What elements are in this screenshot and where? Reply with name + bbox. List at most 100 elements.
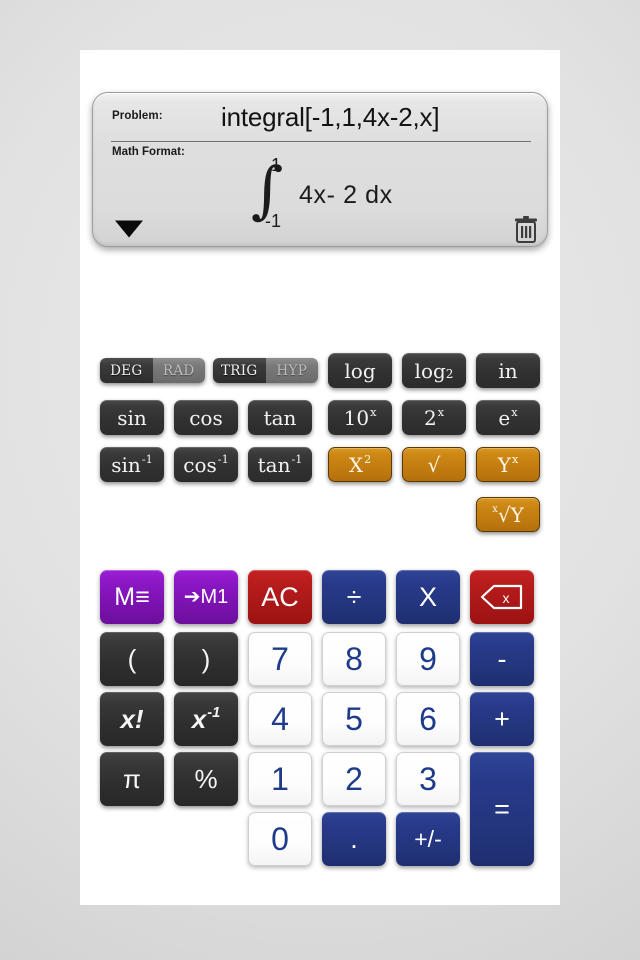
key-multiply[interactable]: X [396, 570, 460, 624]
key-0[interactable]: 0 [248, 812, 312, 866]
key-open-paren[interactable]: ( [100, 632, 164, 686]
key-7[interactable]: 7 [248, 632, 312, 686]
key-e-power-x-exponent: x [511, 406, 518, 420]
key-log2-label: log [414, 358, 446, 383]
key-ln[interactable]: in [476, 353, 540, 388]
key-log[interactable]: log [328, 353, 392, 388]
toggle-rad[interactable]: RAD [152, 358, 205, 383]
key-asin-exponent: -1 [141, 453, 153, 467]
key-cos[interactable]: cos [174, 400, 238, 435]
key-xth-root-of-y[interactable]: x √Y [476, 497, 540, 532]
math-format-label: Math Format: [112, 146, 185, 158]
key-pi-label: π [123, 764, 141, 794]
trash-icon[interactable] [511, 213, 541, 245]
display-divider [111, 141, 531, 142]
key-two-power-x-base: 2 [423, 405, 437, 430]
key-reciprocal-base: x [191, 704, 207, 734]
problem-label: Problem: [112, 110, 163, 122]
key-tan[interactable]: tan [248, 400, 312, 435]
key-6-label: 6 [419, 701, 437, 737]
key-factorial[interactable]: x! [100, 692, 164, 746]
key-reciprocal-exponent: -1 [207, 704, 221, 721]
integral-lower-limit: -1 [265, 211, 282, 231]
key-all-clear-label: AC [261, 581, 299, 612]
key-two-power-x-exponent: x [437, 406, 445, 420]
key-log-label: log [344, 358, 376, 383]
key-6[interactable]: 6 [396, 692, 460, 746]
key-two-power-x[interactable]: 2x [402, 400, 466, 435]
key-log2[interactable]: log 2 [402, 353, 466, 388]
backspace-x-label: x [503, 590, 510, 606]
key-4[interactable]: 4 [248, 692, 312, 746]
key-all-clear[interactable]: AC [248, 570, 312, 624]
backspace-icon: x [480, 584, 523, 610]
toggle-deg[interactable]: DEG [100, 358, 153, 383]
key-8-label: 8 [345, 641, 363, 677]
toggle-hyp[interactable]: HYP [265, 358, 318, 383]
key-ten-power-x[interactable]: 10 x [328, 400, 392, 435]
toggle-trig[interactable]: TRIG [213, 358, 266, 383]
key-memory-list[interactable]: M≡ [100, 570, 164, 624]
key-acos[interactable]: cos -1 [174, 447, 238, 482]
key-percent-label: % [194, 764, 218, 794]
key-factorial-label: x! [120, 704, 144, 734]
key-8[interactable]: 8 [322, 632, 386, 686]
key-asin[interactable]: sin -1 [100, 447, 164, 482]
key-minus[interactable]: - [470, 632, 534, 686]
toggle-trig-mode[interactable]: TRIG HYP [213, 358, 318, 383]
integral-upper-limit: 1 [271, 155, 282, 175]
key-divide-label: ÷ [346, 581, 362, 612]
key-4-label: 4 [271, 701, 289, 737]
key-square-root[interactable]: √ [402, 447, 466, 482]
key-9[interactable]: 9 [396, 632, 460, 686]
key-multiply-label: X [418, 581, 437, 612]
toggle-angle-mode[interactable]: DEG RAD [100, 358, 205, 383]
key-close-paren-label: ) [201, 644, 211, 674]
key-close-paren[interactable]: ) [174, 632, 238, 686]
key-sign-toggle[interactable]: +/- [396, 812, 460, 866]
problem-expression[interactable]: integral[-1,1,4x-2,x] [221, 95, 539, 139]
key-e-power-x-base: e [498, 405, 511, 430]
key-equals[interactable]: = [470, 752, 534, 866]
key-asin-label: sin [111, 452, 141, 477]
key-5-label: 5 [345, 701, 363, 737]
key-decimal[interactable]: . [322, 812, 386, 866]
key-backspace[interactable]: x [470, 570, 534, 624]
key-5[interactable]: 5 [322, 692, 386, 746]
display-panel[interactable]: Problem: integral[-1,1,4x-2,x] Math Form… [92, 92, 548, 247]
key-memory-store[interactable]: ➔M1 [174, 570, 238, 624]
integrand-expression: 4x- 2 dx [299, 181, 393, 209]
key-atan-exponent: -1 [291, 453, 303, 467]
key-sign-toggle-label: +/- [414, 825, 442, 852]
key-sin-label: sin [117, 405, 147, 430]
key-divide[interactable]: ÷ [322, 570, 386, 624]
key-acos-label: cos [183, 452, 217, 477]
key-9-label: 9 [419, 641, 437, 677]
key-1[interactable]: 1 [248, 752, 312, 806]
math-format-expression: ∫ 1 -1 4x- 2 dx [243, 155, 483, 243]
key-xth-root-index: x [492, 503, 498, 515]
key-xth-root-label: √Y [497, 502, 524, 527]
key-percent[interactable]: % [174, 752, 238, 806]
key-y-power-x-base: Y [497, 452, 511, 477]
key-3[interactable]: 3 [396, 752, 460, 806]
key-y-power-x[interactable]: Yx [476, 447, 540, 482]
key-2[interactable]: 2 [322, 752, 386, 806]
key-ten-power-x-exponent: x [370, 406, 377, 420]
key-plus[interactable]: + [470, 692, 534, 746]
key-reciprocal[interactable]: x -1 [174, 692, 238, 746]
key-tan-label: tan [263, 405, 297, 430]
key-pi[interactable]: π [100, 752, 164, 806]
key-1-label: 1 [271, 761, 289, 797]
key-log2-subscript: 2 [445, 367, 454, 382]
key-x-squared[interactable]: X2 [328, 447, 392, 482]
key-e-power-x[interactable]: ex [476, 400, 540, 435]
key-2-label: 2 [345, 761, 363, 797]
key-0-label: 0 [271, 821, 289, 857]
key-y-power-x-exponent: x [511, 453, 519, 467]
triangle-down-icon[interactable] [115, 220, 143, 238]
key-atan[interactable]: tan -1 [248, 447, 312, 482]
key-sin[interactable]: sin [100, 400, 164, 435]
key-square-root-label: √ [427, 452, 441, 477]
key-memory-store-label: ➔M1 [183, 586, 229, 608]
